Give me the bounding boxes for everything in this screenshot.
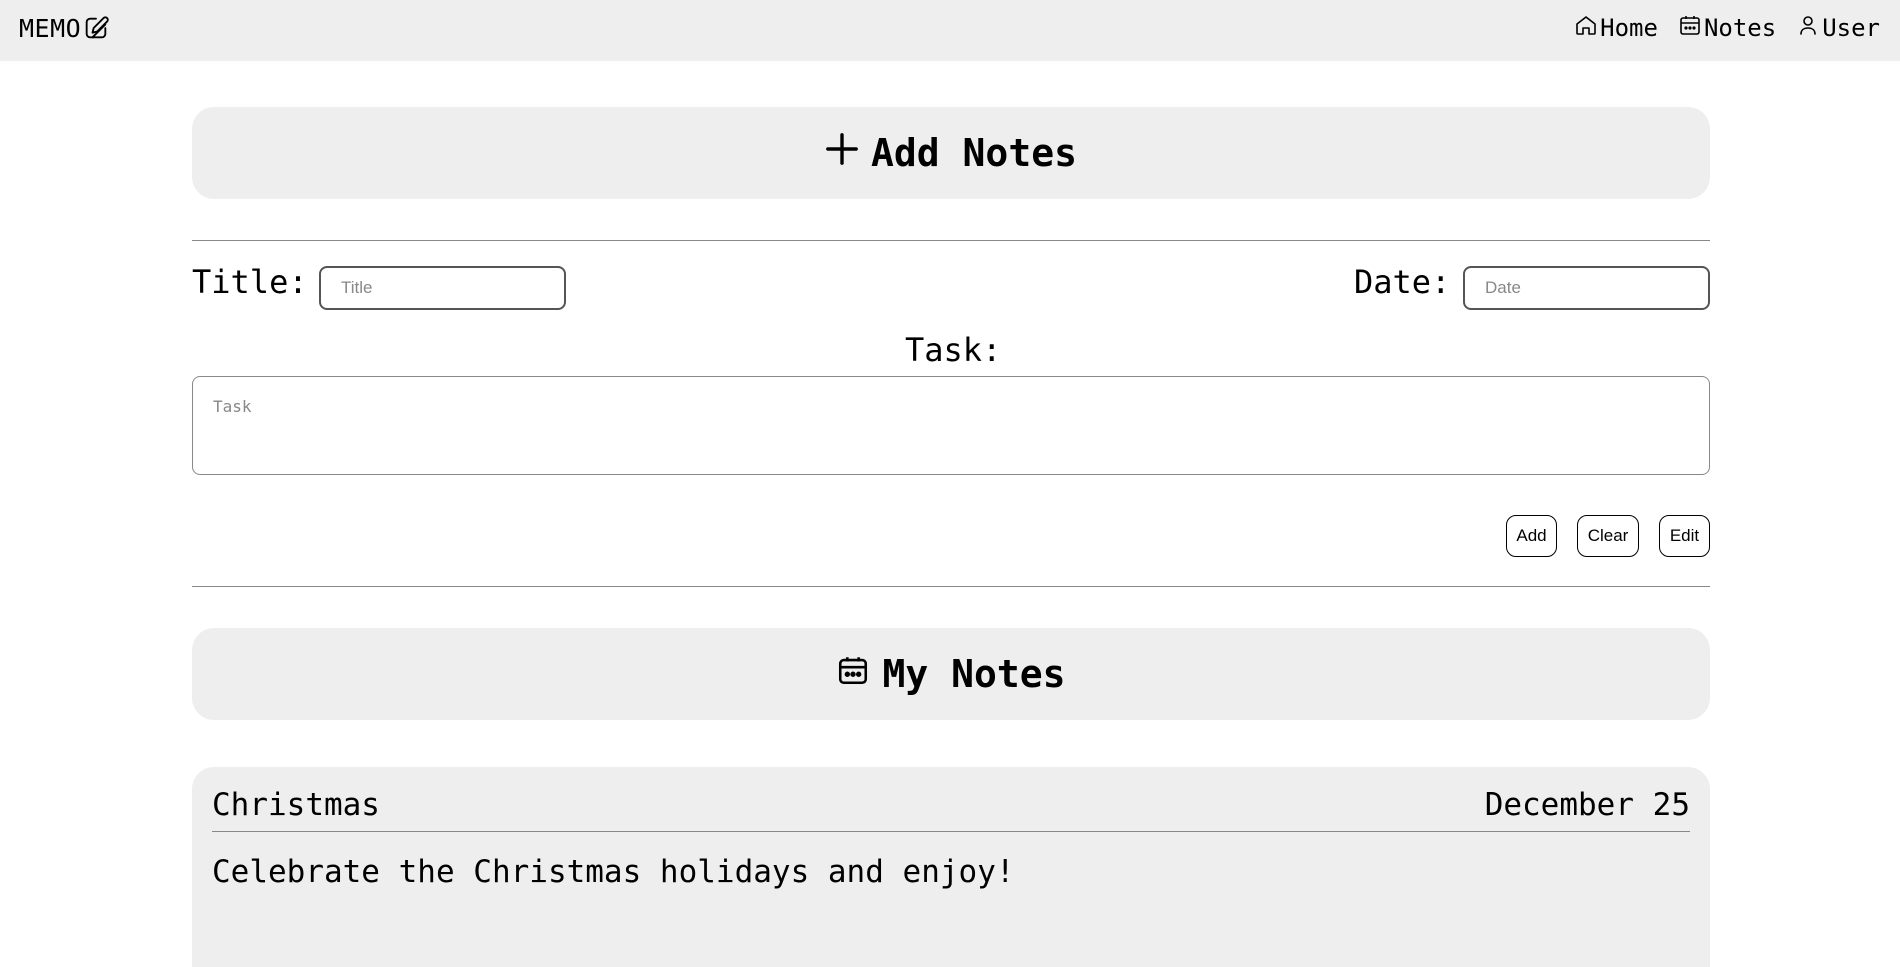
my-notes-title: My Notes <box>882 652 1066 696</box>
nav-home-label: Home <box>1600 14 1658 42</box>
home-icon <box>1574 13 1598 43</box>
nav-links: Home Notes User <box>1574 13 1880 43</box>
brand-logo[interactable]: MEMO <box>19 13 110 43</box>
nav-home-link[interactable]: Home <box>1574 13 1658 43</box>
brand-text: MEMO <box>19 13 82 43</box>
add-notes-header: Add Notes <box>192 107 1710 199</box>
title-input[interactable] <box>319 266 566 310</box>
note-divider <box>212 831 1690 832</box>
divider <box>192 240 1710 241</box>
note-date: December 25 <box>1484 787 1690 823</box>
add-notes-title: Add Notes <box>871 131 1077 175</box>
my-notes-header: My Notes <box>192 628 1710 720</box>
plus-icon <box>825 131 859 175</box>
nav-user-link[interactable]: User <box>1796 13 1880 43</box>
edit-button[interactable]: Edit <box>1659 515 1710 557</box>
user-icon <box>1796 13 1820 43</box>
note-title: Christmas <box>212 787 380 823</box>
nav-notes-link[interactable]: Notes <box>1678 13 1776 43</box>
nav-user-label: User <box>1822 14 1880 42</box>
task-label: Task: <box>905 331 1002 369</box>
task-textarea[interactable] <box>192 376 1710 475</box>
date-input[interactable] <box>1463 266 1710 310</box>
top-navbar: MEMO Home Notes User <box>0 0 1900 61</box>
divider <box>192 586 1710 587</box>
calendar-icon <box>1678 13 1702 43</box>
edit-note-icon <box>82 14 110 42</box>
nav-notes-label: Notes <box>1703 14 1777 42</box>
title-label: Title: <box>192 263 308 301</box>
note-card[interactable]: Christmas December 25 Celebrate the Chri… <box>192 767 1710 967</box>
add-button[interactable]: Add <box>1506 515 1557 557</box>
calendar-icon <box>836 652 870 696</box>
note-body: Celebrate the Christmas holidays and enj… <box>212 854 1015 890</box>
clear-button[interactable]: Clear <box>1577 515 1639 557</box>
date-label: Date: <box>1354 263 1451 301</box>
